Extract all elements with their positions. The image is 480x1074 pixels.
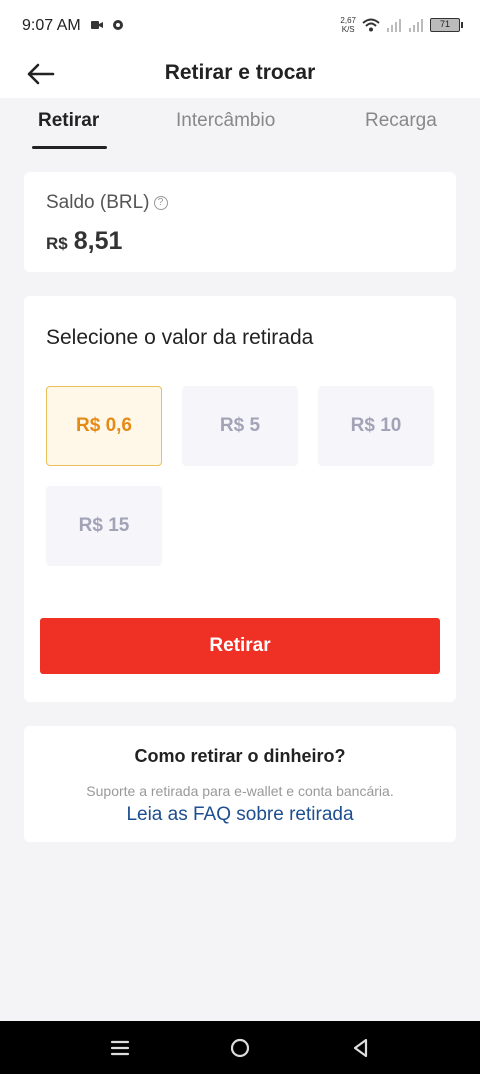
amount-option-0-6[interactable]: R$ 0,6 [46, 386, 162, 466]
triangle-back-icon [353, 1038, 368, 1058]
amount-option-15[interactable]: R$ 15 [46, 486, 162, 566]
menu-icon [110, 1040, 130, 1056]
help-icon[interactable]: ? [153, 196, 168, 210]
back-nav-button[interactable] [347, 1035, 373, 1061]
balance-currency: R$ [46, 234, 68, 253]
signal-icon-2 [409, 19, 423, 32]
menu-button[interactable] [107, 1035, 133, 1061]
amount-option-5[interactable]: R$ 5 [182, 386, 298, 466]
home-button[interactable] [227, 1035, 253, 1061]
status-bar: 9:07 AM 2,67 K/S 71 [0, 0, 480, 52]
info-description: Suporte a retirada para e-wallet e conta… [86, 783, 394, 799]
balance-label: Saldo (BRL) ? [46, 192, 168, 214]
balance-value: R$ 8,51 [46, 227, 122, 256]
balance-amount: 8,51 [73, 227, 123, 255]
header: Retirar e trocar [0, 52, 480, 98]
withdraw-section-title: Selecione o valor da retirada [46, 326, 314, 349]
balance-card: Saldo (BRL) ? R$ 8,51 [24, 172, 456, 272]
battery-icon: 71 [430, 18, 463, 32]
tab-intercambio[interactable]: Intercâmbio [176, 110, 275, 132]
wifi-icon [362, 18, 380, 32]
withdraw-button[interactable]: Retirar [40, 618, 440, 674]
info-card: Como retirar o dinheiro? Suporte a retir… [24, 726, 456, 842]
home-circle-icon [230, 1038, 250, 1058]
network-speed: 2,67 K/S [340, 16, 356, 34]
tab-indicator [32, 146, 107, 149]
tab-recarga[interactable]: Recarga [365, 110, 437, 132]
tab-retirar[interactable]: Retirar [38, 110, 99, 132]
status-time: 9:07 AM [22, 17, 81, 34]
page-title: Retirar e trocar [164, 61, 316, 84]
tab-bar: Retirar Intercâmbio Recarga [0, 98, 480, 154]
system-nav-bar [0, 1021, 480, 1074]
app-notification-icon [113, 20, 123, 30]
faq-link[interactable]: Leia as FAQ sobre retirada [24, 804, 456, 826]
signal-icon [387, 19, 401, 32]
withdraw-card: Selecione o valor da retirada R$ 0,6 R$ … [24, 296, 456, 702]
amount-option-10[interactable]: R$ 10 [318, 386, 434, 466]
info-title: Como retirar o dinheiro? [134, 746, 346, 766]
video-camera-icon [91, 21, 103, 29]
